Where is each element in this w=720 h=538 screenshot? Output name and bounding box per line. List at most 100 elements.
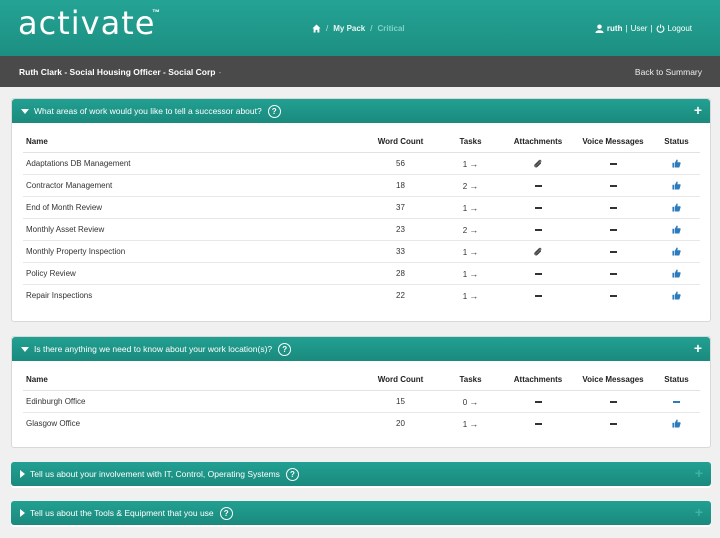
col-header-tasks: Tasks xyxy=(438,369,503,391)
no-attachment-dash xyxy=(534,400,542,403)
row-tasks[interactable]: 1 → xyxy=(438,196,503,219)
row-attachments xyxy=(503,174,573,197)
back-to-summary-link[interactable]: Back to Summary xyxy=(635,67,702,77)
arrow-right-icon: → xyxy=(469,418,479,429)
row-status xyxy=(653,262,700,285)
no-voice-dash xyxy=(609,272,617,275)
table-row[interactable]: Edinburgh Office 15 0 → xyxy=(23,390,700,413)
row-tasks[interactable]: 1 → xyxy=(438,152,503,175)
collapse-caret-icon[interactable] xyxy=(21,346,29,352)
row-tasks[interactable]: 1 → xyxy=(438,240,503,263)
col-header-voice-messages: Voice Messages xyxy=(573,131,653,153)
task-count: 2 xyxy=(462,181,468,191)
row-status xyxy=(653,390,700,413)
task-count: 1 xyxy=(462,203,468,213)
row-name[interactable]: Contractor Management xyxy=(23,174,363,197)
row-name[interactable]: End of Month Review xyxy=(23,196,363,219)
row-name[interactable]: Repair Inspections xyxy=(23,285,363,307)
logout-link[interactable]: Logout xyxy=(668,24,692,33)
row-attachments xyxy=(503,240,573,263)
row-tasks[interactable]: 1 → xyxy=(438,413,503,435)
table-row[interactable]: Monthly Property Inspection 33 1 → xyxy=(23,240,700,263)
paperclip-icon[interactable] xyxy=(533,247,543,257)
add-item-button[interactable]: + xyxy=(695,466,703,480)
no-voice-dash xyxy=(609,206,617,209)
row-name[interactable]: Policy Review xyxy=(23,262,363,285)
paperclip-icon[interactable] xyxy=(533,159,543,169)
thumbs-up-icon xyxy=(672,159,681,168)
section-header[interactable]: Tell us about your involvement with IT, … xyxy=(11,462,711,486)
task-count: 1 xyxy=(462,291,468,301)
row-status xyxy=(653,240,700,263)
thumbs-up-icon xyxy=(672,225,681,234)
context-dropdown-toggle[interactable]: - xyxy=(218,67,221,77)
table-header-row: Name Word Count Tasks Attachments Voice … xyxy=(23,369,700,391)
row-tasks[interactable]: 2 → xyxy=(438,174,503,197)
col-header-attachments: Attachments xyxy=(503,369,573,391)
power-icon[interactable] xyxy=(656,24,665,33)
row-tasks[interactable]: 1 → xyxy=(438,262,503,285)
section-panel-tools-equipment: Tell us about the Tools & Equipment that… xyxy=(11,501,711,527)
no-attachment-dash xyxy=(534,423,542,426)
user-context-title: Ruth Clark - Social Housing Officer - So… xyxy=(19,67,221,77)
help-icon[interactable]: ? xyxy=(285,467,299,481)
row-tasks[interactable]: 2 → xyxy=(438,218,503,241)
row-word-count: 37 xyxy=(363,196,438,219)
no-voice-dash xyxy=(609,423,617,426)
no-attachment-dash xyxy=(534,184,542,187)
table-row[interactable]: Repair Inspections 22 1 → xyxy=(23,285,700,307)
row-voice-messages xyxy=(573,390,653,413)
row-name[interactable]: Glasgow Office xyxy=(23,413,363,435)
row-voice-messages xyxy=(573,218,653,241)
breadcrumb-separator: / xyxy=(326,24,329,33)
add-item-button[interactable]: + xyxy=(694,341,702,355)
task-count: 1 xyxy=(462,159,468,169)
table-header-row: Name Word Count Tasks Attachments Voice … xyxy=(23,131,700,153)
row-status xyxy=(653,218,700,241)
help-icon[interactable]: ? xyxy=(267,104,281,118)
row-name[interactable]: Monthly Asset Review xyxy=(23,218,363,241)
help-icon[interactable]: ? xyxy=(219,506,233,520)
expand-caret-icon[interactable] xyxy=(20,470,25,478)
table-row[interactable]: Policy Review 28 1 → xyxy=(23,262,700,285)
row-status xyxy=(653,196,700,219)
help-icon[interactable]: ? xyxy=(278,342,292,356)
section-header[interactable]: What areas of work would you like to tel… xyxy=(12,99,710,123)
no-attachment-dash xyxy=(534,228,542,231)
add-item-button[interactable]: + xyxy=(694,103,702,117)
row-name[interactable]: Monthly Property Inspection xyxy=(23,240,363,263)
table-row[interactable]: Monthly Asset Review 23 2 → xyxy=(23,218,700,241)
col-header-word-count: Word Count xyxy=(363,369,438,391)
expand-caret-icon[interactable] xyxy=(20,509,25,517)
arrow-right-icon: → xyxy=(469,246,479,257)
user-separator: | xyxy=(625,24,628,33)
row-name[interactable]: Adaptations DB Management xyxy=(23,152,363,175)
top-navigation-bar: activate ™ / My Pack / Critical ruth | U… xyxy=(0,0,720,56)
breadcrumb-current: Critical xyxy=(377,24,405,33)
thumbs-up-icon xyxy=(672,291,681,300)
row-voice-messages xyxy=(573,152,653,175)
table-row[interactable]: Contractor Management 18 2 → xyxy=(23,174,700,197)
row-attachments xyxy=(503,262,573,285)
row-status xyxy=(653,413,700,435)
col-header-name: Name xyxy=(23,369,363,391)
table-row[interactable]: End of Month Review 37 1 → xyxy=(23,196,700,219)
table-row[interactable]: Adaptations DB Management 56 1 → xyxy=(23,152,700,175)
task-count: 1 xyxy=(462,269,468,279)
collapse-caret-icon[interactable] xyxy=(21,108,29,114)
add-item-button[interactable]: + xyxy=(695,505,703,519)
table-row[interactable]: Glasgow Office 20 1 → xyxy=(23,413,700,435)
row-tasks[interactable]: 0 → xyxy=(438,390,503,413)
context-bar: Ruth Clark - Social Housing Officer - So… xyxy=(0,56,720,87)
no-attachment-dash xyxy=(534,272,542,275)
section-header[interactable]: Is there anything we need to know about … xyxy=(12,337,710,361)
section-header[interactable]: Tell us about the Tools & Equipment that… xyxy=(11,501,711,525)
home-icon[interactable] xyxy=(312,24,321,33)
app-logo[interactable]: activate xyxy=(18,4,155,42)
thumbs-up-icon xyxy=(672,269,681,278)
row-tasks[interactable]: 1 → xyxy=(438,285,503,307)
user-name[interactable]: ruth xyxy=(607,24,623,33)
row-name[interactable]: Edinburgh Office xyxy=(23,390,363,413)
row-status xyxy=(653,174,700,197)
breadcrumb-my-pack[interactable]: My Pack xyxy=(333,24,365,33)
